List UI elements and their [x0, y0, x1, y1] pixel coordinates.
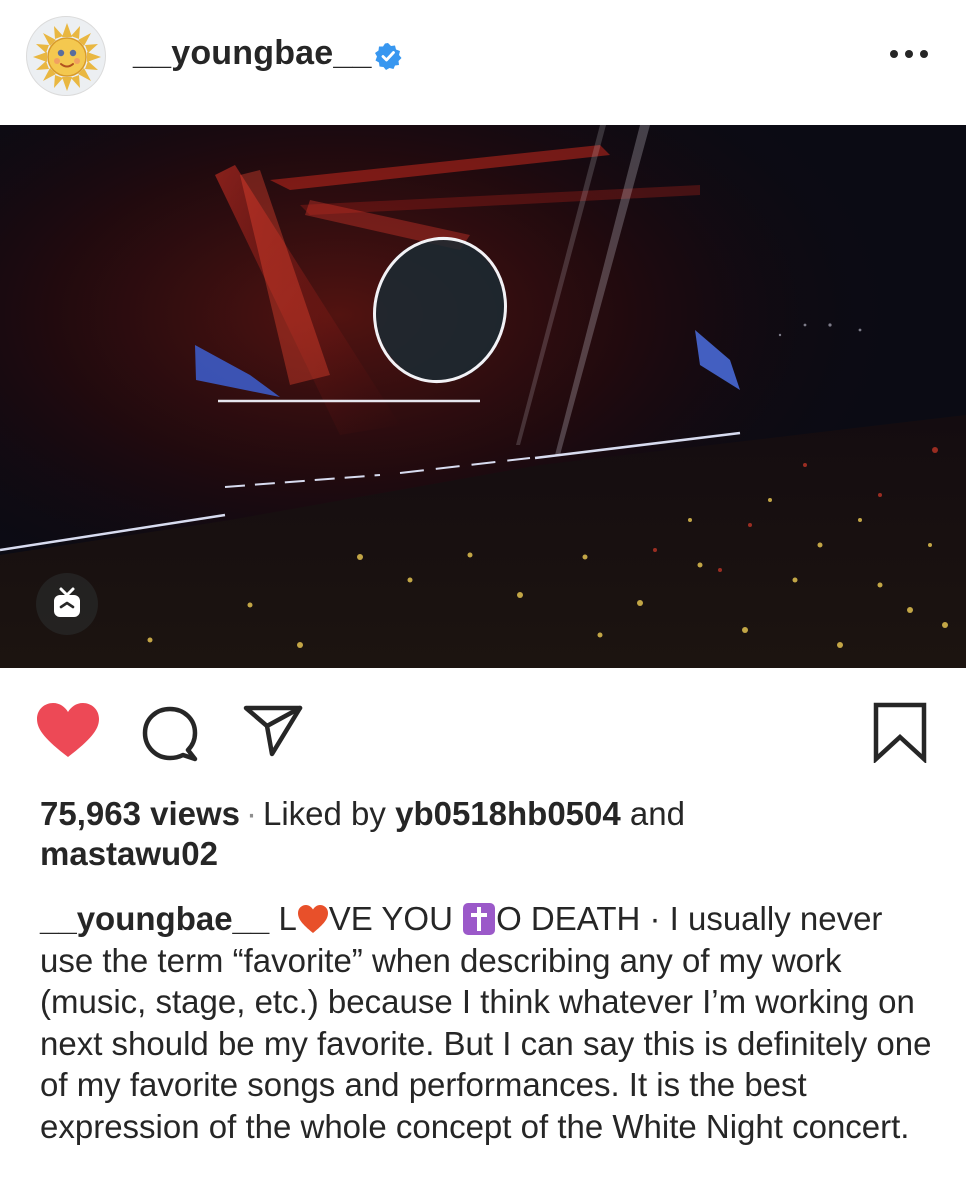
liked-by-prefix: Liked by: [263, 795, 386, 832]
red-heart-emoji-icon: [297, 905, 328, 933]
bookmark-icon[interactable]: [872, 701, 928, 763]
views-count[interactable]: 75,963 views: [40, 795, 240, 832]
liked-by-user[interactable]: yb0518hb0504: [395, 795, 621, 832]
more-options-icon[interactable]: [888, 46, 930, 62]
igtv-icon: [54, 587, 80, 617]
post-header: __youngbae__: [0, 0, 966, 125]
caption-part-1: L: [278, 900, 297, 937]
igtv-badge[interactable]: [36, 573, 98, 635]
liked-by-and: and: [629, 795, 685, 832]
post-caption: __youngbae__ L VE YOU O DEATH · I usually…: [40, 898, 940, 1147]
comment-icon[interactable]: [141, 705, 201, 763]
avatar[interactable]: [26, 16, 106, 96]
concert-stage-image: [0, 125, 966, 668]
verified-badge-icon: [375, 43, 402, 70]
heart-filled-icon[interactable]: [36, 702, 100, 760]
post-video[interactable]: [0, 125, 966, 668]
likes-and-views: 75,963 views · Liked by yb0518hb0504 and ma…: [40, 794, 930, 874]
post-username[interactable]: __youngbae__: [133, 34, 372, 73]
caption-part-2: VE YOU: [328, 900, 453, 937]
share-icon[interactable]: [243, 704, 303, 758]
separator-dot: ·: [246, 795, 257, 832]
caption-username[interactable]: __youngbae__: [40, 900, 269, 937]
liked-by-user-2[interactable]: mastawu02: [40, 835, 218, 872]
latin-cross-emoji-icon: [463, 903, 496, 935]
sun-face-avatar-icon: [33, 23, 101, 91]
